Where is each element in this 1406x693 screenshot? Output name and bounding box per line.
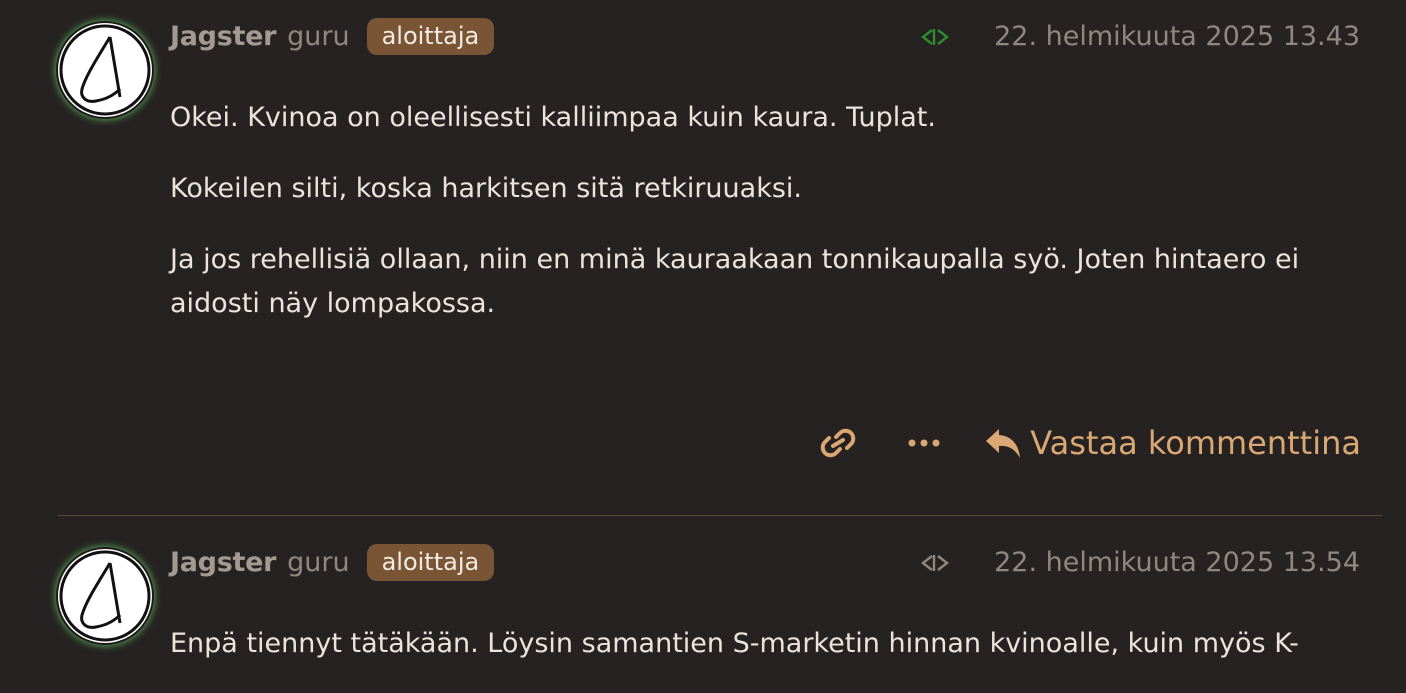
avatar[interactable] <box>58 549 152 643</box>
avatar[interactable] <box>58 23 152 117</box>
post-paragraph: Okei. Kvinoa on oleellisesti kalliimpaa … <box>170 102 936 133</box>
reply-label: Vastaa kommenttina <box>1030 424 1361 462</box>
sync-arrows-icon <box>921 555 949 571</box>
post-divider <box>58 515 1382 516</box>
post-timestamp[interactable]: 22. helmikuuta 2025 13.43 <box>994 16 1360 56</box>
post-timestamp[interactable]: 22. helmikuuta 2025 13.54 <box>994 542 1360 582</box>
post-meta: Jagster guru aloittaja <box>170 16 495 56</box>
post-paragraph: Enpä tiennyt tätäkään. Löysin samantien … <box>170 628 1299 659</box>
author-rank: guru <box>287 546 350 578</box>
original-poster-badge: aloittaja <box>366 543 495 581</box>
reply-arrow-icon <box>986 429 1021 458</box>
author-name[interactable]: Jagster <box>170 547 276 578</box>
reply-button[interactable]: Vastaa kommenttina <box>984 418 1361 468</box>
author-name[interactable]: Jagster <box>170 21 276 52</box>
sync-arrows-icon <box>921 29 949 45</box>
atheist-symbol-icon <box>59 24 151 116</box>
link-icon[interactable] <box>820 428 856 458</box>
post-paragraph: Kokeilen silti, koska harkitsen sitä ret… <box>170 173 802 204</box>
author-rank: guru <box>287 20 350 52</box>
post-body: Enpä tiennyt tätäkään. Löysin samantien … <box>170 622 1320 693</box>
more-options-icon[interactable] <box>907 428 941 458</box>
original-poster-badge: aloittaja <box>366 17 495 55</box>
post-meta: Jagster guru aloittaja <box>170 542 495 582</box>
atheist-symbol-icon <box>59 550 151 642</box>
post-paragraph: Ja jos rehellisiä ollaan, niin en minä k… <box>170 244 1300 319</box>
post-body: Okei. Kvinoa on oleellisesti kalliimpaa … <box>170 96 1320 353</box>
post-actions: Vastaa kommenttina <box>0 418 1406 468</box>
